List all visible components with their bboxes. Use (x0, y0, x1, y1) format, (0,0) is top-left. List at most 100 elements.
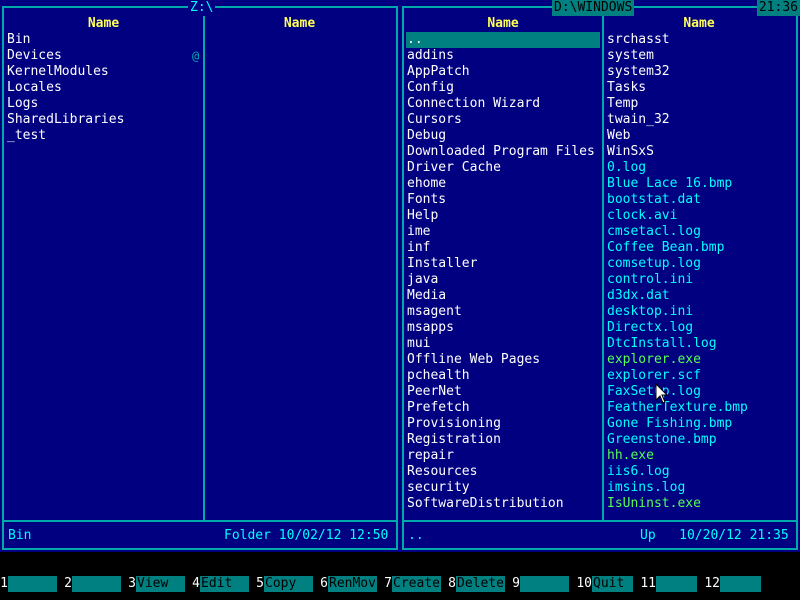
file-item[interactable]: control.ini (606, 272, 794, 288)
folder-item[interactable]: Resources (406, 464, 600, 480)
folder-item[interactable]: Prefetch (406, 400, 600, 416)
left-panel[interactable]: Z:\ Name Name Bin Devices KernelModules Loc… (0, 0, 400, 552)
right-col2-header[interactable]: Name (604, 16, 794, 32)
folder-item[interactable]: msagent (406, 304, 600, 320)
folder-item[interactable]: AppPatch (406, 64, 600, 80)
file-item[interactable]: d3dx.dat (606, 288, 794, 304)
folder-item[interactable]: Help (406, 208, 600, 224)
right-panel[interactable]: D:\WINDOWS 21:36 Name Name .. addins AppPa… (400, 0, 800, 552)
folder-item[interactable]: KernelModules (6, 64, 202, 80)
folder-item[interactable]: Provisioning (406, 416, 600, 432)
folder-item[interactable]: Installer (406, 256, 600, 272)
fkey-number: 12 (704, 576, 720, 591)
right-col1-header[interactable]: Name (404, 16, 602, 32)
f12-key[interactable]: 12 (704, 576, 768, 592)
fkey-number: 3 (128, 576, 136, 591)
file-item[interactable]: explorer.scf (606, 368, 794, 384)
folder-item[interactable]: PeerNet (406, 384, 600, 400)
folder-item[interactable]: twain_32 (606, 112, 794, 128)
folder-item[interactable]: Media (406, 288, 600, 304)
executable-item[interactable]: explorer.exe (606, 352, 794, 368)
left-col1-header[interactable]: Name (4, 16, 203, 32)
executable-item[interactable]: hh.exe (606, 448, 794, 464)
folder-item[interactable]: Downloaded Program Files (406, 144, 600, 160)
f9-key[interactable]: 9 (512, 576, 576, 592)
f11-key[interactable]: 11 (640, 576, 704, 592)
file-item[interactable]: cmsetacl.log (606, 224, 794, 240)
file-item[interactable]: FeatherTexture.bmp (606, 400, 794, 416)
f2-key[interactable]: 2 (64, 576, 128, 592)
file-item[interactable]: Coffee Bean.bmp (606, 240, 794, 256)
file-item[interactable]: imsins.log (606, 480, 794, 496)
folder-item[interactable]: Devices (6, 48, 202, 64)
file-item[interactable]: Greenstone.bmp (606, 432, 794, 448)
right-status-divider (402, 520, 798, 522)
f4-key[interactable]: 4 Edit (192, 576, 256, 592)
left-panel-path[interactable]: Z:\ (188, 0, 216, 16)
folder-item[interactable]: Driver Cache (406, 160, 600, 176)
folder-item[interactable]: Debug (406, 128, 600, 144)
left-col2-header[interactable]: Name (205, 16, 394, 32)
folder-item[interactable]: Temp (606, 96, 794, 112)
folder-item[interactable]: Web (606, 128, 794, 144)
clock: 21:36 (756, 0, 800, 16)
f7-key[interactable]: 7 Create (384, 576, 448, 592)
file-item[interactable]: Gone Fishing.bmp (606, 416, 794, 432)
folder-item[interactable]: Locales (6, 80, 202, 96)
folder-item[interactable]: pchealth (406, 368, 600, 384)
file-item[interactable]: comsetup.log (606, 256, 794, 272)
folder-item[interactable]: addins (406, 48, 600, 64)
fkey-number: 4 (192, 576, 200, 591)
folder-item[interactable]: msapps (406, 320, 600, 336)
folder-item[interactable]: mui (406, 336, 600, 352)
folder-item[interactable]: Offline Web Pages (406, 352, 600, 368)
fkey-number: 6 (320, 576, 328, 591)
folder-item[interactable]: Logs (6, 96, 202, 112)
folder-item[interactable]: system32 (606, 64, 794, 80)
folder-item[interactable]: java (406, 272, 600, 288)
file-item[interactable]: FaxSetup.log (606, 384, 794, 400)
fkey-label (8, 576, 57, 592)
file-item[interactable]: desktop.ini (606, 304, 794, 320)
folder-item[interactable]: SharedLibraries (6, 112, 202, 128)
file-item[interactable]: 0.log (606, 160, 794, 176)
folder-item[interactable]: Fonts (406, 192, 600, 208)
folder-item[interactable]: system (606, 48, 794, 64)
file-item[interactable]: iis6.log (606, 464, 794, 480)
folder-item[interactable]: Tasks (606, 80, 794, 96)
folder-item[interactable]: Bin (6, 32, 202, 48)
folder-item[interactable]: srchasst (606, 32, 794, 48)
folder-item[interactable]: Registration (406, 432, 600, 448)
f8-key[interactable]: 8 Delete (448, 576, 512, 592)
f6-key[interactable]: 6 RenMov (320, 576, 384, 592)
parent-dir-item[interactable]: .. (406, 32, 600, 48)
mouse-pointer-icon (655, 383, 669, 404)
executable-item[interactable]: IsUninst.exe (606, 496, 794, 512)
folder-item[interactable]: ehome (406, 176, 600, 192)
f10-key[interactable]: 10 Quit (576, 576, 640, 592)
f3-key[interactable]: 3 View (128, 576, 192, 592)
folder-item[interactable]: inf (406, 240, 600, 256)
right-status-name: .. (408, 528, 424, 543)
left-status-info: Folder 10/02/12 12:50 (224, 528, 389, 543)
folder-item[interactable]: Config (406, 80, 600, 96)
fkey-label: Edit (200, 576, 249, 592)
file-item[interactable]: Blue Lace 16.bmp (606, 176, 794, 192)
file-item[interactable]: DtcInstall.log (606, 336, 794, 352)
folder-item[interactable]: security (406, 480, 600, 496)
fkey-label: Create (392, 576, 441, 592)
folder-item[interactable]: SoftwareDistribution (406, 496, 600, 512)
folder-item[interactable]: ime (406, 224, 600, 240)
folder-item[interactable]: Cursors (406, 112, 600, 128)
folder-item[interactable]: _test (6, 128, 202, 144)
folder-item[interactable]: WinSxS (606, 144, 794, 160)
right-file-list-col1: .. addins AppPatch Config Connection Wizard C… (406, 32, 600, 512)
f1-key[interactable]: 1 (0, 576, 64, 592)
f5-key[interactable]: 5 Copy (256, 576, 320, 592)
file-item[interactable]: bootstat.dat (606, 192, 794, 208)
folder-item[interactable]: repair (406, 448, 600, 464)
folder-item[interactable]: Connection Wizard (406, 96, 600, 112)
right-panel-path[interactable]: D:\WINDOWS (552, 0, 635, 16)
file-item[interactable]: clock.avi (606, 208, 794, 224)
file-item[interactable]: Directx.log (606, 320, 794, 336)
